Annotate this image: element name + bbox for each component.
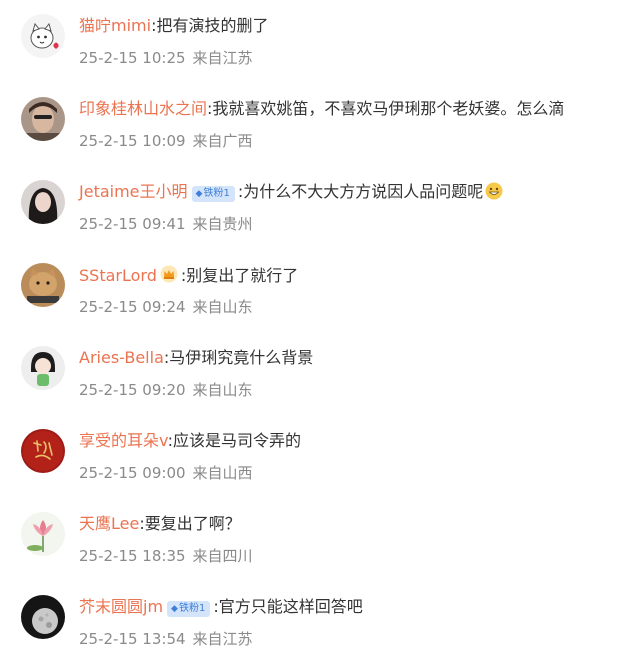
location: 来自山西 bbox=[192, 464, 253, 482]
comment-line: Aries-Bella:马伊琍究竟什么背景 bbox=[79, 348, 313, 368]
cat-meme-avatar[interactable] bbox=[21, 263, 65, 307]
timestamp: 25-2-15 18:35 bbox=[79, 547, 186, 565]
comment-line: 享受的耳朵v:应该是马司令弄的 bbox=[79, 431, 301, 451]
comment-item: 印象桂林山水之间:我就喜欢姚笛，不喜欢马伊琍那个老妖婆。怎么滴 25-2-15 … bbox=[0, 86, 640, 169]
username-link[interactable]: 猫咛mimi bbox=[79, 16, 151, 35]
location: 来自贵州 bbox=[192, 215, 253, 233]
comment-meta: 25-2-15 18:35 来自四川 bbox=[79, 546, 253, 566]
username-link[interactable]: Aries-Bella bbox=[79, 348, 164, 367]
comment-line: 猫咛mimi:把有演技的删了 bbox=[79, 16, 268, 36]
timestamp: 25-2-15 09:20 bbox=[79, 381, 186, 399]
username-link[interactable]: 印象桂林山水之间 bbox=[79, 99, 207, 118]
fan-badge: ◆铁粉1 bbox=[191, 186, 235, 202]
man-photo-avatar[interactable] bbox=[21, 97, 65, 141]
lotus-avatar[interactable] bbox=[21, 512, 65, 556]
comment-text: 我就喜欢姚笛，不喜欢马伊琍那个老妖婆。怎么滴 bbox=[212, 99, 565, 118]
grinning-face-icon bbox=[485, 182, 503, 205]
fan-badge: ◆铁粉1 bbox=[167, 601, 211, 617]
location: 来自江苏 bbox=[192, 49, 253, 67]
comment-text: 别复出了就行了 bbox=[186, 266, 299, 285]
comment-meta: 25-2-15 10:25 来自江苏 bbox=[79, 48, 253, 68]
comment-meta: 25-2-15 09:20 来自山东 bbox=[79, 380, 253, 400]
comment-text: 应该是马司令弄的 bbox=[173, 431, 302, 450]
username-link[interactable]: Jetaime王小明 bbox=[79, 182, 188, 201]
comment-text: 要复出了啊？ bbox=[144, 514, 241, 533]
comment-item: 芥末圆圆jm ◆铁粉1:官方只能这样回答吧 25-2-15 13:54 来自江苏 bbox=[0, 584, 640, 667]
woman-photo-avatar[interactable] bbox=[21, 180, 65, 224]
red-calligraphy-avatar[interactable] bbox=[21, 429, 65, 473]
diamond-icon: ◆ bbox=[171, 604, 178, 614]
timestamp: 25-2-15 10:25 bbox=[79, 49, 186, 67]
comment-item: Aries-Bella:马伊琍究竟什么背景 25-2-15 09:20 来自山东 bbox=[0, 335, 640, 418]
comment-line: 芥末圆圆jm ◆铁粉1:官方只能这样回答吧 bbox=[79, 597, 363, 617]
comment-meta: 25-2-15 09:00 来自山西 bbox=[79, 463, 253, 483]
location: 来自四川 bbox=[192, 547, 253, 565]
username-link[interactable]: 芥末圆圆jm bbox=[79, 597, 163, 616]
moon-avatar[interactable] bbox=[21, 595, 65, 639]
comment-line: SStarLord:别复出了就行了 bbox=[79, 265, 298, 288]
comment-item: 享受的耳朵v:应该是马司令弄的 25-2-15 09:00 来自山西 bbox=[0, 418, 640, 501]
comment-item: 天鹰Lee:要复出了啊？ 25-2-15 18:35 来自四川 bbox=[0, 501, 640, 584]
username-link[interactable]: 天鹰Lee bbox=[79, 514, 139, 533]
location: 来自江苏 bbox=[192, 630, 253, 648]
location: 来自山东 bbox=[192, 298, 253, 316]
timestamp: 25-2-15 09:00 bbox=[79, 464, 186, 482]
comment-meta: 25-2-15 10:09 来自广西 bbox=[79, 131, 253, 151]
diamond-icon: ◆ bbox=[195, 189, 203, 199]
cartoon-cat-avatar[interactable] bbox=[21, 14, 65, 58]
comment-meta: 25-2-15 09:24 来自山东 bbox=[79, 297, 253, 317]
cartoon-girl-avatar[interactable] bbox=[21, 346, 65, 390]
comment-item: 猫咛mimi:把有演技的删了 25-2-15 10:25 来自江苏 bbox=[0, 3, 640, 86]
comment-line: Jetaime王小明 ◆铁粉1:为什么不大大方方说因人品问题呢 bbox=[79, 182, 503, 205]
username-link[interactable]: 享受的耳朵v bbox=[79, 431, 168, 450]
comment-meta: 25-2-15 09:41 来自贵州 bbox=[79, 214, 253, 234]
comment-item: SStarLord:别复出了就行了 25-2-15 09:24 来自山东 bbox=[0, 252, 640, 335]
username-link[interactable]: SStarLord bbox=[79, 266, 157, 285]
comment-item: Jetaime王小明 ◆铁粉1:为什么不大大方方说因人品问题呢 25-2-15 0… bbox=[0, 169, 640, 252]
comment-line: 天鹰Lee:要复出了啊？ bbox=[79, 514, 241, 534]
timestamp: 25-2-15 13:54 bbox=[79, 630, 186, 648]
location: 来自广西 bbox=[192, 132, 253, 150]
comment-meta: 25-2-15 13:54 来自江苏 bbox=[79, 629, 253, 649]
timestamp: 25-2-15 09:24 bbox=[79, 298, 186, 316]
crown-icon bbox=[160, 265, 178, 288]
comment-text: 马伊琍究竟什么背景 bbox=[169, 348, 314, 367]
comment-line: 印象桂林山水之间:我就喜欢姚笛，不喜欢马伊琍那个老妖婆。怎么滴 bbox=[79, 99, 564, 119]
timestamp: 25-2-15 09:41 bbox=[79, 215, 186, 233]
comment-text: 把有演技的删了 bbox=[156, 16, 269, 35]
comment-text: 为什么不大大方方说因人品问题呢 bbox=[243, 182, 484, 201]
timestamp: 25-2-15 10:09 bbox=[79, 132, 186, 150]
location: 来自山东 bbox=[192, 381, 253, 399]
comment-text: 官方只能这样回答吧 bbox=[218, 597, 363, 616]
